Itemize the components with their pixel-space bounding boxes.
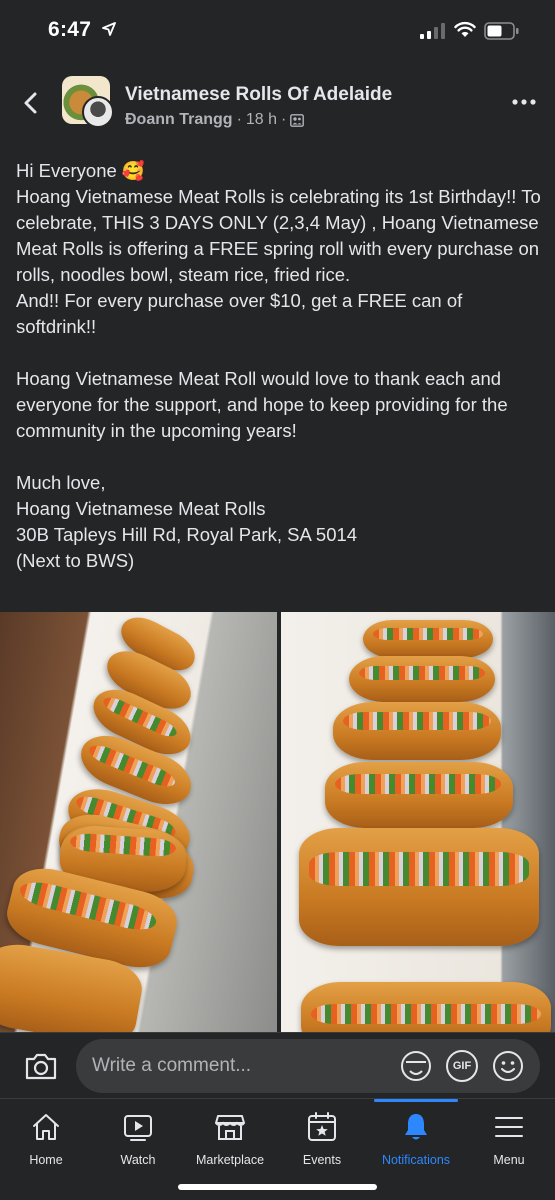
home-icon — [33, 1114, 59, 1140]
tab-label: Watch — [120, 1153, 156, 1167]
marketplace-icon — [215, 1115, 245, 1140]
comment-placeholder: Write a comment... — [92, 1055, 252, 1076]
home-indicator — [178, 1184, 377, 1190]
tab-label: Home — [29, 1153, 63, 1167]
photo-left-rolls — [0, 612, 277, 1032]
events-icon — [308, 1112, 336, 1141]
tab-watch[interactable]: Watch — [92, 1099, 184, 1179]
wifi-icon — [454, 21, 476, 37]
post-photo[interactable] — [0, 612, 555, 1032]
sticker-icon[interactable] — [400, 1050, 432, 1082]
post-time[interactable]: 18 h — [246, 111, 277, 129]
bell-icon — [405, 1114, 427, 1140]
post-header: Vietnamese Rolls Of Adelaide Đoann Trang… — [0, 68, 555, 138]
meta-separator: · — [236, 111, 242, 128]
tab-menu[interactable]: Menu — [463, 1099, 555, 1179]
status-bar: 6:47 — [0, 0, 555, 62]
location-arrow-icon — [102, 22, 116, 36]
post-body: Hi Everyone 🥰 Hoang Vietnamese Meat Roll… — [16, 158, 541, 574]
back-arrow-icon[interactable] — [18, 88, 44, 118]
tab-label: Notifications — [381, 1153, 451, 1167]
watch-icon — [124, 1115, 152, 1141]
tab-label: Marketplace — [195, 1153, 265, 1167]
tab-label: Menu — [493, 1153, 525, 1167]
tab-marketplace[interactable]: Marketplace — [184, 1099, 276, 1179]
post-paragraph: Hi Everyone 🥰 Hoang Vietnamese Meat Roll… — [16, 160, 541, 337]
cellular-signal-icon — [420, 23, 445, 39]
comment-bar: Write a comment... GIF — [0, 1032, 555, 1098]
status-time: 6:47 — [48, 18, 92, 41]
gif-label: GIF — [452, 1060, 472, 1072]
tab-notifications[interactable]: Notifications — [370, 1099, 462, 1179]
author-avatar[interactable] — [82, 96, 114, 128]
group-name[interactable]: Vietnamese Rolls Of Adelaide — [125, 84, 392, 106]
post-meta: Đoann Trangg · 18 h · — [125, 111, 305, 129]
photo-right-rolls — [281, 612, 555, 1032]
tab-events[interactable]: Events — [276, 1099, 368, 1179]
privacy-members-icon — [290, 113, 305, 127]
battery-icon — [484, 22, 519, 40]
meta-separator-2: · — [281, 111, 287, 128]
post-paragraph: Much love, Hoang Vietnamese Meat Rolls 3… — [16, 472, 358, 571]
tab-home[interactable]: Home — [0, 1099, 92, 1179]
comment-input[interactable]: Write a comment... GIF — [76, 1039, 540, 1093]
camera-icon[interactable] — [24, 1051, 58, 1081]
gif-button[interactable]: GIF — [446, 1050, 478, 1082]
author-name[interactable]: Đoann Trangg — [125, 111, 233, 129]
menu-icon — [495, 1117, 523, 1137]
post-paragraph: Hoang Vietnamese Meat Roll would love to… — [16, 368, 513, 441]
more-options-icon[interactable] — [512, 98, 536, 106]
emoji-icon[interactable] — [492, 1050, 524, 1082]
tab-label: Events — [302, 1153, 342, 1167]
